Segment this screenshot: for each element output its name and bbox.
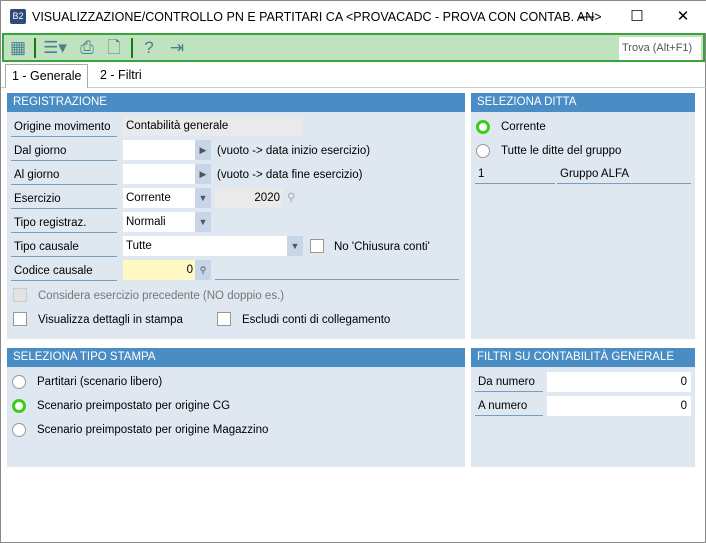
close-button[interactable]: ✕	[663, 5, 703, 29]
chevron-down-icon[interactable]: ▼	[195, 212, 211, 232]
a-numero-input[interactable]: 0	[547, 396, 691, 416]
no-chiusura-label: No 'Chiusura conti'	[334, 241, 430, 253]
window-title: VISUALIZZAZIONE/CONTROLLO PN E PARTITARI…	[32, 10, 602, 24]
corrente-label: Corrente	[501, 121, 546, 133]
scenario-cg-radio[interactable]	[12, 399, 26, 413]
dal-hint: (vuoto -> data inizio esercizio)	[217, 145, 371, 157]
esercizio-select[interactable]: Corrente	[123, 188, 195, 208]
calendar-icon[interactable]: ▦	[7, 38, 29, 58]
partitari-radio[interactable]	[12, 375, 26, 389]
minimize-button[interactable]: —	[567, 5, 607, 29]
visualizza-checkbox[interactable]	[13, 312, 27, 326]
search-icon[interactable]: ⚲	[195, 260, 211, 280]
da-numero-input[interactable]: 0	[547, 372, 691, 392]
origine-label: Origine movimento	[11, 118, 117, 137]
tutte-ditte-label: Tutte le ditte del gruppo	[501, 145, 622, 157]
toolbar-separator	[131, 38, 133, 58]
chevron-down-icon[interactable]: ▼	[287, 236, 303, 256]
seleziona-ditta-panel: SELEZIONA DITTA Corrente Tutte le ditte …	[471, 93, 695, 339]
escludi-label: Escludi conti di collegamento	[242, 314, 391, 326]
tutte-ditte-radio[interactable]	[476, 144, 490, 158]
tipo-reg-label: Tipo registraz.	[11, 214, 117, 233]
tab-filtri[interactable]: 2 - Filtri	[94, 64, 148, 88]
app-icon: B2	[10, 9, 26, 24]
causale-description-line	[215, 279, 459, 280]
panel-header: REGISTRAZIONE	[7, 93, 465, 112]
search-icon: ⚲	[287, 192, 296, 204]
dal-label: Dal giorno	[11, 142, 117, 161]
toolbar: ▦ ☰▾ ⎙ 🗋 ? ⇥ Trova (Alt+F1)	[2, 33, 705, 62]
date-picker-button[interactable]: ▶	[195, 164, 211, 184]
print-icon[interactable]: ⎙	[76, 38, 98, 58]
panel-header: FILTRI SU CONTABILITÀ GENERALE	[471, 348, 695, 367]
tipo-causale-select[interactable]: Tutte	[123, 236, 287, 256]
group-name: Gruppo ALFA	[557, 165, 691, 184]
al-input[interactable]	[123, 164, 195, 184]
considera-label: Considera esercizio precedente (NO doppi…	[38, 290, 285, 302]
dal-input[interactable]	[123, 140, 195, 160]
panel-header: SELEZIONA DITTA	[471, 93, 695, 112]
corrente-radio[interactable]	[476, 120, 490, 134]
filtri-cg-panel: FILTRI SU CONTABILITÀ GENERALE Da numero…	[471, 348, 695, 467]
partitari-label: Partitari (scenario libero)	[37, 376, 163, 388]
registrazione-panel: REGISTRAZIONE Origine movimento Contabil…	[7, 93, 465, 339]
al-hint: (vuoto -> data fine esercizio)	[217, 169, 363, 181]
help-icon[interactable]: ?	[138, 38, 160, 58]
maximize-button[interactable]: ☐	[617, 5, 657, 29]
origine-select[interactable]: Contabilità generale	[123, 116, 303, 136]
panel-header: SELEZIONA TIPO STAMPA	[7, 348, 465, 367]
no-chiusura-checkbox[interactable]	[310, 239, 324, 253]
visualizza-label: Visualizza dettagli in stampa	[38, 314, 183, 326]
menu-icon[interactable]: ☰▾	[40, 38, 70, 58]
toolbar-separator	[34, 38, 36, 58]
da-numero-label: Da numero	[475, 373, 543, 392]
esercizio-year: 2020	[215, 188, 283, 208]
al-label: Al giorno	[11, 166, 117, 185]
chevron-down-icon[interactable]: ▼	[195, 188, 211, 208]
exit-icon[interactable]: ⇥	[166, 38, 188, 58]
find-input[interactable]: Trova (Alt+F1)	[619, 37, 701, 60]
codice-causale-label: Codice causale	[11, 262, 117, 281]
scenario-cg-label: Scenario preimpostato per origine CG	[37, 400, 231, 412]
tipo-causale-label: Tipo causale	[11, 238, 117, 257]
date-picker-button[interactable]: ▶	[195, 140, 211, 160]
title-bar: B2 VISUALIZZAZIONE/CONTROLLO PN E PARTIT…	[1, 1, 706, 33]
group-code: 1	[475, 165, 555, 184]
a-numero-label: A numero	[475, 397, 543, 416]
tab-generale[interactable]: 1 - Generale	[5, 64, 89, 88]
tipo-reg-select[interactable]: Normali	[123, 212, 195, 232]
tipo-stampa-panel: SELEZIONA TIPO STAMPA Partitari (scenari…	[7, 348, 465, 467]
escludi-checkbox[interactable]	[217, 312, 231, 326]
esercizio-label: Esercizio	[11, 190, 117, 209]
considera-checkbox[interactable]	[13, 288, 27, 302]
codice-causale-input[interactable]: 0	[123, 260, 195, 280]
print-preview-icon[interactable]: 🗋	[103, 38, 125, 58]
scenario-magazzino-radio[interactable]	[12, 423, 26, 437]
scenario-magazzino-label: Scenario preimpostato per origine Magazz…	[37, 424, 269, 436]
